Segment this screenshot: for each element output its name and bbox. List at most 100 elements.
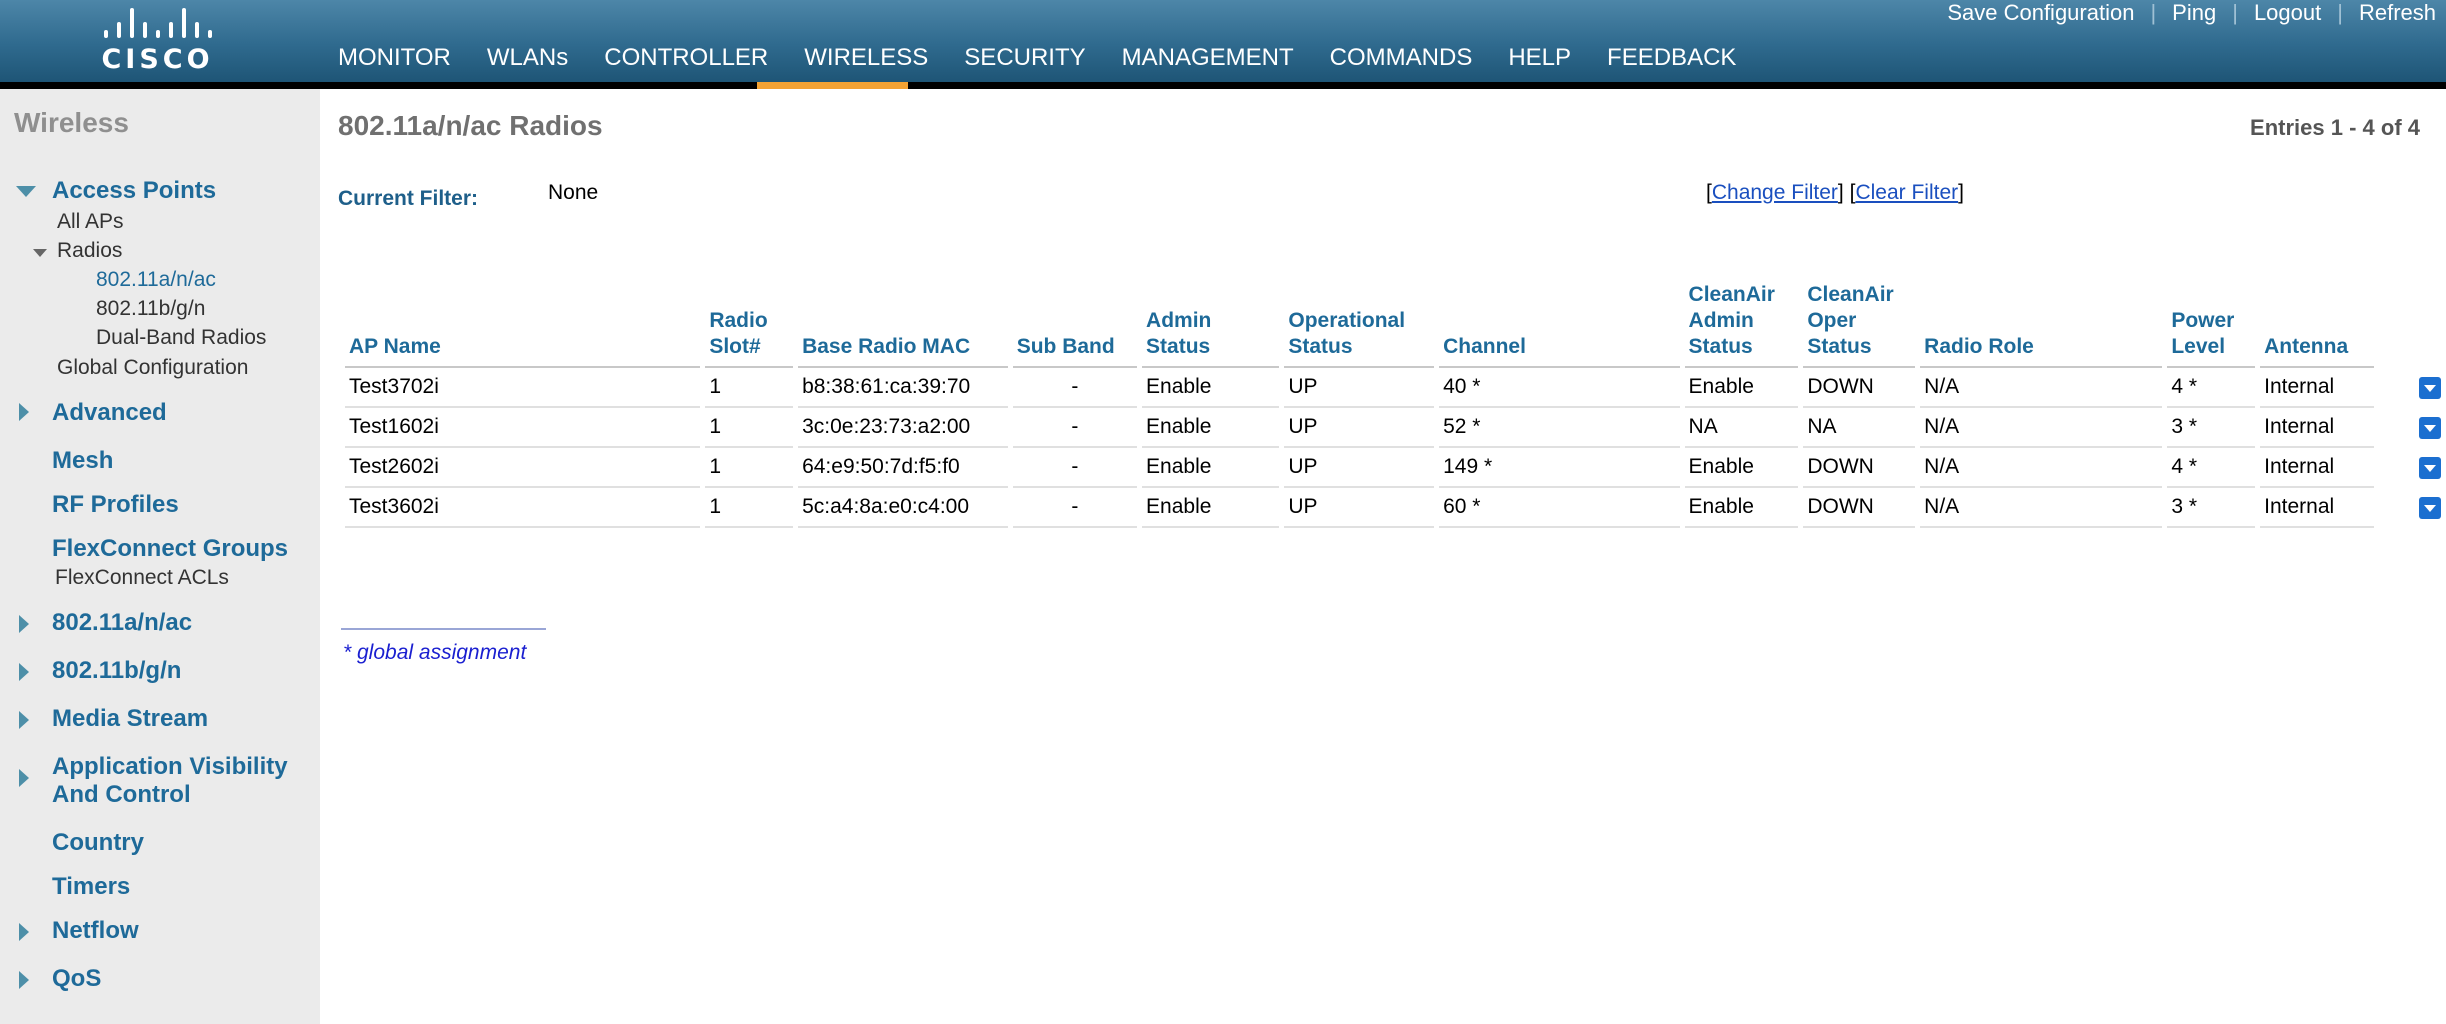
cell-power-level: 3 * <box>2167 408 2256 448</box>
column-header-radio-role: Radio Role <box>1920 282 2163 368</box>
header-text: Status <box>1146 335 1211 358</box>
nav-wireless[interactable]: WIRELESS <box>804 42 928 74</box>
cell-radio-slot: 1 <box>705 488 794 528</box>
sidebar-item-netflow[interactable]: Netflow <box>52 917 139 945</box>
column-header-radio-slot: Radio Slot# <box>705 282 794 368</box>
cell-power-level: 3 * <box>2167 488 2256 528</box>
nav-wlans[interactable]: WLANs <box>487 42 568 74</box>
cell-cleanair-oper-status: NA <box>1803 408 1916 448</box>
active-nav-indicator <box>757 82 908 89</box>
filter-links: [Change Filter] [Clear Filter] <box>1706 181 1964 205</box>
table-row: Test1602i 1 3c:0e:23:73:a2:00 - Enable U… <box>345 408 2441 448</box>
sidebar-item-dual-band-radios[interactable]: Dual-Band Radios <box>96 326 266 350</box>
sidebar-item-avc-line2[interactable]: And Control <box>52 781 191 809</box>
cell-operational-status: UP <box>1284 448 1435 488</box>
sidebar-item-global-configuration[interactable]: Global Configuration <box>57 356 248 380</box>
cell-sub-band: - <box>1012 488 1138 528</box>
sidebar-item-flexconnect-acls[interactable]: FlexConnect ACLs <box>55 566 229 590</box>
cell-base-radio-mac: 3c:0e:23:73:a2:00 <box>798 408 1008 448</box>
radios-table: AP Name Radio Slot# Base Radio MAC Sub Ba… <box>340 282 2446 528</box>
table-row: Test2602i 1 64:e9:50:7d:f5:f0 - Enable U… <box>345 448 2441 488</box>
cell-ap-name: Test1602i <box>345 408 701 448</box>
collapsed-arrow-icon[interactable] <box>19 923 29 941</box>
cell-power-level: 4 * <box>2167 368 2256 408</box>
sidebar-item-flexconnect-groups[interactable]: FlexConnect Groups <box>52 535 288 563</box>
nav-feedback[interactable]: FEEDBACK <box>1607 42 1736 74</box>
nav-monitor[interactable]: MONITOR <box>338 42 451 74</box>
cell-base-radio-mac: 64:e9:50:7d:f5:f0 <box>798 448 1008 488</box>
ping-link[interactable]: Ping <box>2172 0 2216 26</box>
sidebar-item-80211a-radios[interactable]: 802.11a/n/ac <box>96 268 216 292</box>
sidebar-item-all-aps[interactable]: All APs <box>57 210 124 234</box>
change-filter-link[interactable]: Change Filter <box>1712 181 1838 204</box>
sidebar-item-qos[interactable]: QoS <box>52 965 101 993</box>
collapsed-arrow-icon[interactable] <box>19 711 29 729</box>
sidebar-item-80211a[interactable]: 802.11a/n/ac <box>52 609 192 637</box>
row-actions-dropdown-icon[interactable] <box>2418 417 2441 440</box>
nav-controller[interactable]: CONTROLLER <box>604 42 768 74</box>
collapsed-arrow-icon[interactable] <box>19 769 29 787</box>
sidebar-item-avc[interactable]: Application Visibility <box>52 753 288 781</box>
cell-radio-role: N/A <box>1920 368 2163 408</box>
cell-radio-slot: 1 <box>705 448 794 488</box>
column-header-antenna: Antenna <box>2260 282 2374 368</box>
cell-antenna: Internal <box>2260 368 2374 408</box>
sidebar-item-80211b[interactable]: 802.11b/g/n <box>52 657 181 685</box>
sidebar-item-media-stream[interactable]: Media Stream <box>52 705 208 733</box>
column-header-actions <box>2379 282 2441 368</box>
cell-power-level: 4 * <box>2167 448 2256 488</box>
collapsed-arrow-icon[interactable] <box>19 615 29 633</box>
nav-commands[interactable]: COMMANDS <box>1330 42 1473 74</box>
separator: | <box>2232 0 2238 25</box>
collapsed-arrow-icon[interactable] <box>19 971 29 989</box>
table-row: Test3702i 1 b8:38:61:ca:39:70 - Enable U… <box>345 368 2441 408</box>
header-divider <box>0 82 2446 89</box>
logout-link[interactable]: Logout <box>2254 0 2321 26</box>
cell-base-radio-mac: b8:38:61:ca:39:70 <box>798 368 1008 408</box>
header-text: Operational <box>1288 309 1406 332</box>
sidebar-item-access-points[interactable]: Access Points <box>52 177 216 205</box>
sidebar-item-country[interactable]: Country <box>52 829 144 857</box>
main-nav: MONITOR WLANs CONTROLLER WIRELESS SECURI… <box>338 42 1772 74</box>
column-header-power-level: Power Level <box>2167 282 2256 368</box>
current-filter-label: Current Filter: <box>338 187 479 210</box>
sidebar-item-mesh[interactable]: Mesh <box>52 447 113 475</box>
column-header-operational-status: Operational Status <box>1284 282 1435 368</box>
nav-security[interactable]: SECURITY <box>964 42 1085 74</box>
nav-help[interactable]: HELP <box>1508 42 1571 74</box>
header-text: Oper <box>1807 309 1857 332</box>
sidebar-item-timers[interactable]: Timers <box>52 873 130 901</box>
save-configuration-link[interactable]: Save Configuration <box>1947 0 2134 26</box>
header-text: Level <box>2171 335 2226 358</box>
collapsed-arrow-icon[interactable] <box>19 663 29 681</box>
sidebar-item-advanced[interactable]: Advanced <box>52 399 167 427</box>
cell-actions <box>2379 368 2441 408</box>
clear-filter-link[interactable]: Clear Filter <box>1855 181 1958 204</box>
sidebar-item-80211b-radios[interactable]: 802.11b/g/n <box>96 297 205 321</box>
collapsed-arrow-icon[interactable] <box>19 403 29 421</box>
expanded-arrow-icon[interactable] <box>16 186 36 197</box>
cell-channel: 149 * <box>1439 448 1680 488</box>
footnote-divider <box>341 628 546 630</box>
column-header-admin-status: Admin Status <box>1142 282 1280 368</box>
sidebar-item-radios[interactable]: Radios <box>57 239 122 263</box>
cell-channel: 52 * <box>1439 408 1680 448</box>
cell-cleanair-admin-status: Enable <box>1684 448 1799 488</box>
row-actions-dropdown-icon[interactable] <box>2418 497 2441 520</box>
cell-radio-slot: 1 <box>705 368 794 408</box>
sidebar: Wireless Access Points All APs Radios 80… <box>0 89 320 1024</box>
header-text: Radio <box>709 309 768 332</box>
row-actions-dropdown-icon[interactable] <box>2418 457 2441 480</box>
row-actions-dropdown-icon[interactable] <box>2418 377 2441 400</box>
cell-base-radio-mac: 5c:a4:8a:e0:c4:00 <box>798 488 1008 528</box>
expanded-arrow-icon[interactable] <box>33 249 47 257</box>
table-row: Test3602i 1 5c:a4:8a:e0:c4:00 - Enable U… <box>345 488 2441 528</box>
cell-actions <box>2379 448 2441 488</box>
nav-management[interactable]: MANAGEMENT <box>1122 42 1294 74</box>
header-text: Status <box>1807 335 1872 358</box>
cell-cleanair-admin-status: Enable <box>1684 488 1799 528</box>
cell-operational-status: UP <box>1284 368 1435 408</box>
refresh-link[interactable]: Refresh <box>2359 0 2436 26</box>
column-header-channel: Channel <box>1439 282 1680 368</box>
sidebar-item-rf-profiles[interactable]: RF Profiles <box>52 491 179 519</box>
